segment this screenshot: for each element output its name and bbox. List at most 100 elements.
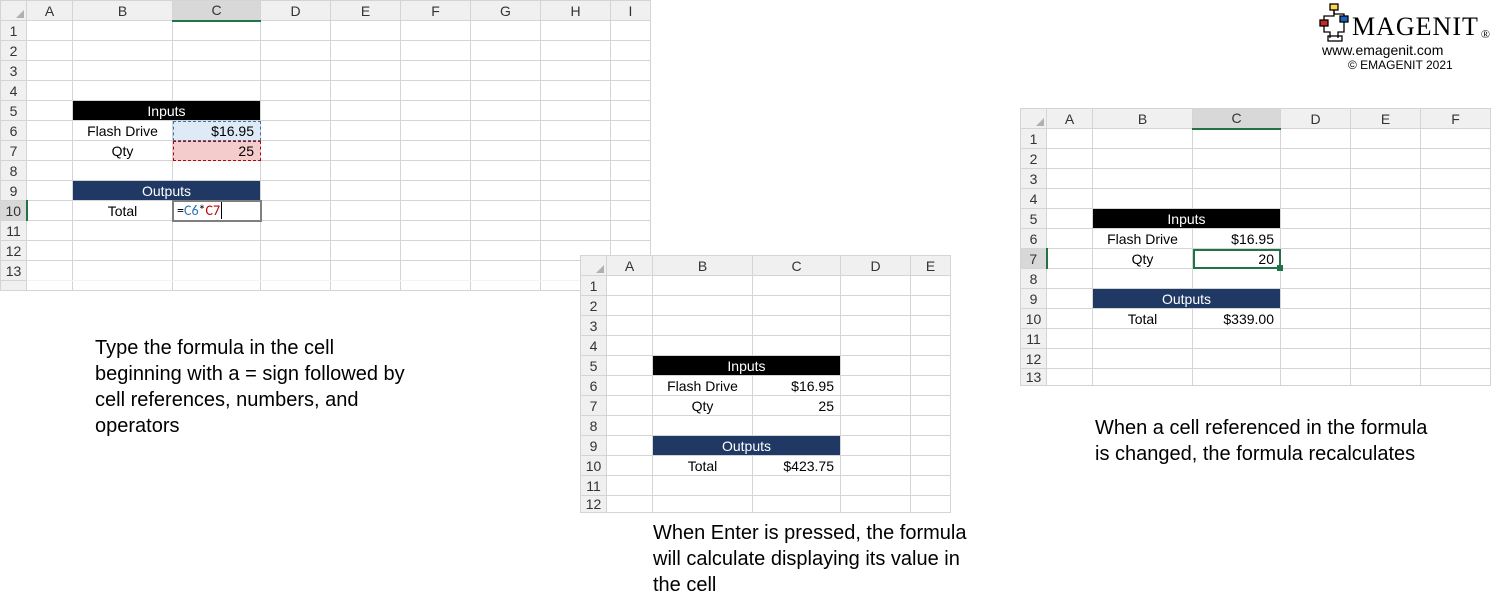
row-hdr[interactable]: 1 [581, 276, 607, 296]
row-hdr[interactable]: 13 [1, 261, 27, 281]
cell[interactable] [1281, 129, 1351, 149]
cell[interactable] [753, 296, 841, 316]
cell[interactable] [841, 296, 911, 316]
row-hdr[interactable]: 12 [1, 241, 27, 261]
cell[interactable] [1047, 349, 1093, 369]
cell[interactable] [1281, 269, 1351, 289]
cell[interactable] [471, 121, 541, 141]
cell[interactable] [653, 316, 753, 336]
cell[interactable] [607, 476, 653, 496]
cell[interactable] [401, 41, 471, 61]
cell[interactable] [753, 416, 841, 436]
cell[interactable] [1351, 329, 1421, 349]
cell[interactable] [1193, 129, 1281, 149]
cell[interactable] [173, 21, 261, 41]
row-hdr[interactable]: 3 [581, 316, 607, 336]
cell[interactable] [173, 241, 261, 261]
cell[interactable] [541, 61, 611, 81]
cell[interactable] [1093, 149, 1193, 169]
col-hdr-C[interactable]: C [1193, 109, 1281, 129]
row-hdr[interactable]: 9 [1, 181, 27, 201]
cell[interactable] [1281, 329, 1351, 349]
row-hdr[interactable]: 12 [1021, 349, 1047, 369]
col-hdr-D[interactable]: D [841, 256, 911, 276]
cell[interactable] [27, 61, 73, 81]
row-hdr[interactable]: 7 [1021, 249, 1047, 269]
select-all-corner[interactable] [1021, 109, 1047, 129]
cell[interactable] [1351, 229, 1421, 249]
cell[interactable] [607, 456, 653, 476]
cell[interactable] [1047, 209, 1093, 229]
cell[interactable] [261, 261, 331, 281]
cell-c10-total[interactable]: $339.00 [1193, 309, 1281, 329]
cell-c7-qty-selected[interactable]: 20 [1193, 249, 1281, 269]
cell[interactable] [471, 181, 541, 201]
select-all-corner[interactable] [581, 256, 607, 276]
col-hdr-C[interactable]: C [753, 256, 841, 276]
col-hdr-F[interactable]: F [1421, 109, 1491, 129]
cell[interactable] [1047, 329, 1093, 349]
cell[interactable] [541, 201, 611, 221]
row-hdr[interactable]: 6 [1021, 229, 1047, 249]
cell[interactable] [1047, 369, 1093, 386]
cell[interactable] [173, 221, 261, 241]
col-hdr-E[interactable]: E [1351, 109, 1421, 129]
cell[interactable] [331, 101, 401, 121]
col-hdr-D[interactable]: D [1281, 109, 1351, 129]
col-hdr-D[interactable]: D [261, 1, 331, 21]
cell[interactable] [331, 201, 401, 221]
cell[interactable] [1281, 349, 1351, 369]
cell[interactable] [841, 276, 911, 296]
cell[interactable] [1281, 169, 1351, 189]
cell[interactable] [841, 356, 911, 376]
cell[interactable] [471, 201, 541, 221]
cell[interactable] [541, 181, 611, 201]
row-hdr[interactable]: 9 [581, 436, 607, 456]
cell[interactable] [173, 161, 261, 181]
cell[interactable] [401, 281, 471, 291]
cell[interactable] [1047, 289, 1093, 309]
cell[interactable] [1193, 349, 1281, 369]
cell[interactable] [1421, 289, 1491, 309]
cell[interactable] [471, 41, 541, 61]
cell[interactable] [1421, 309, 1491, 329]
cell[interactable] [611, 201, 651, 221]
cell[interactable] [607, 276, 653, 296]
cell[interactable] [173, 81, 261, 101]
row-hdr[interactable]: 1 [1, 21, 27, 41]
cell[interactable] [331, 241, 401, 261]
cell[interactable] [1421, 189, 1491, 209]
cell[interactable] [911, 296, 951, 316]
cell[interactable] [27, 221, 73, 241]
cell[interactable] [73, 61, 173, 81]
cell[interactable] [401, 241, 471, 261]
cell[interactable] [1281, 149, 1351, 169]
cell[interactable] [1421, 329, 1491, 349]
cell[interactable] [261, 241, 331, 261]
cell[interactable] [611, 181, 651, 201]
cell[interactable] [73, 221, 173, 241]
cell[interactable] [841, 376, 911, 396]
cell[interactable] [911, 436, 951, 456]
cell[interactable] [1421, 129, 1491, 149]
cell[interactable] [27, 101, 73, 121]
cell[interactable] [471, 141, 541, 161]
col-hdr-I[interactable]: I [611, 1, 651, 21]
cell[interactable] [471, 161, 541, 181]
cell[interactable] [1281, 229, 1351, 249]
cell[interactable] [27, 261, 73, 281]
cell[interactable] [261, 121, 331, 141]
cell[interactable] [1281, 249, 1351, 269]
cell[interactable] [73, 241, 173, 261]
cell[interactable] [1351, 169, 1421, 189]
col-hdr-H[interactable]: H [541, 1, 611, 21]
cell[interactable] [27, 141, 73, 161]
cell-c6-price[interactable]: $16.95 [173, 121, 261, 141]
cell[interactable] [841, 476, 911, 496]
cell[interactable] [401, 161, 471, 181]
cell[interactable] [173, 281, 261, 291]
cell[interactable] [73, 41, 173, 61]
cell[interactable] [607, 316, 653, 336]
cell[interactable] [261, 41, 331, 61]
cell[interactable] [1351, 289, 1421, 309]
